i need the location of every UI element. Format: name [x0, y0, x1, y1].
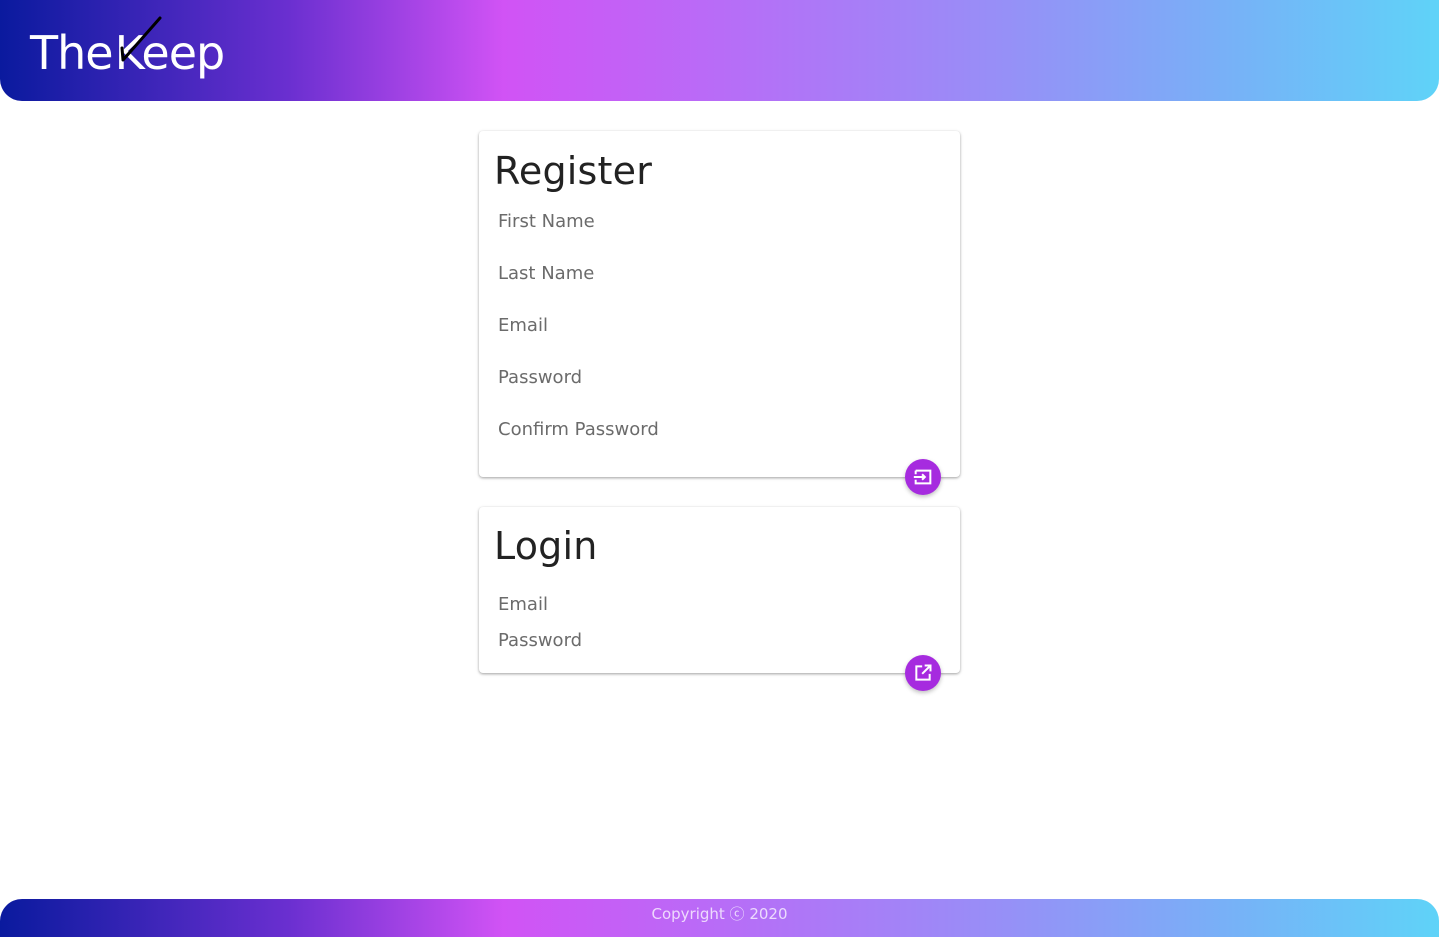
login-email-field[interactable]: [498, 589, 938, 619]
open-in-new-icon: [915, 664, 932, 681]
checkmark-icon: [120, 16, 162, 62]
app-header: TheKeep: [0, 0, 1439, 101]
last-name-field[interactable]: [498, 258, 938, 288]
register-submit-button[interactable]: [905, 459, 941, 495]
copyright-text: Copyright ⓒ 2020: [651, 905, 788, 923]
register-card: Register: [479, 131, 960, 477]
login-card: Login: [479, 507, 960, 673]
login-password-field[interactable]: [498, 625, 938, 655]
register-password-field[interactable]: [498, 362, 938, 392]
login-submit-button[interactable]: [905, 655, 941, 691]
app-footer: Copyright ⓒ 2020: [0, 899, 1439, 937]
login-title: Login: [494, 524, 598, 568]
register-email-field[interactable]: [498, 310, 938, 340]
first-name-field[interactable]: [498, 206, 938, 236]
register-title: Register: [494, 149, 653, 193]
login-arrow-icon: [913, 469, 932, 485]
app-logo[interactable]: TheKeep: [30, 16, 250, 84]
confirm-password-field[interactable]: [498, 414, 938, 444]
logo-the: The: [30, 26, 114, 80]
